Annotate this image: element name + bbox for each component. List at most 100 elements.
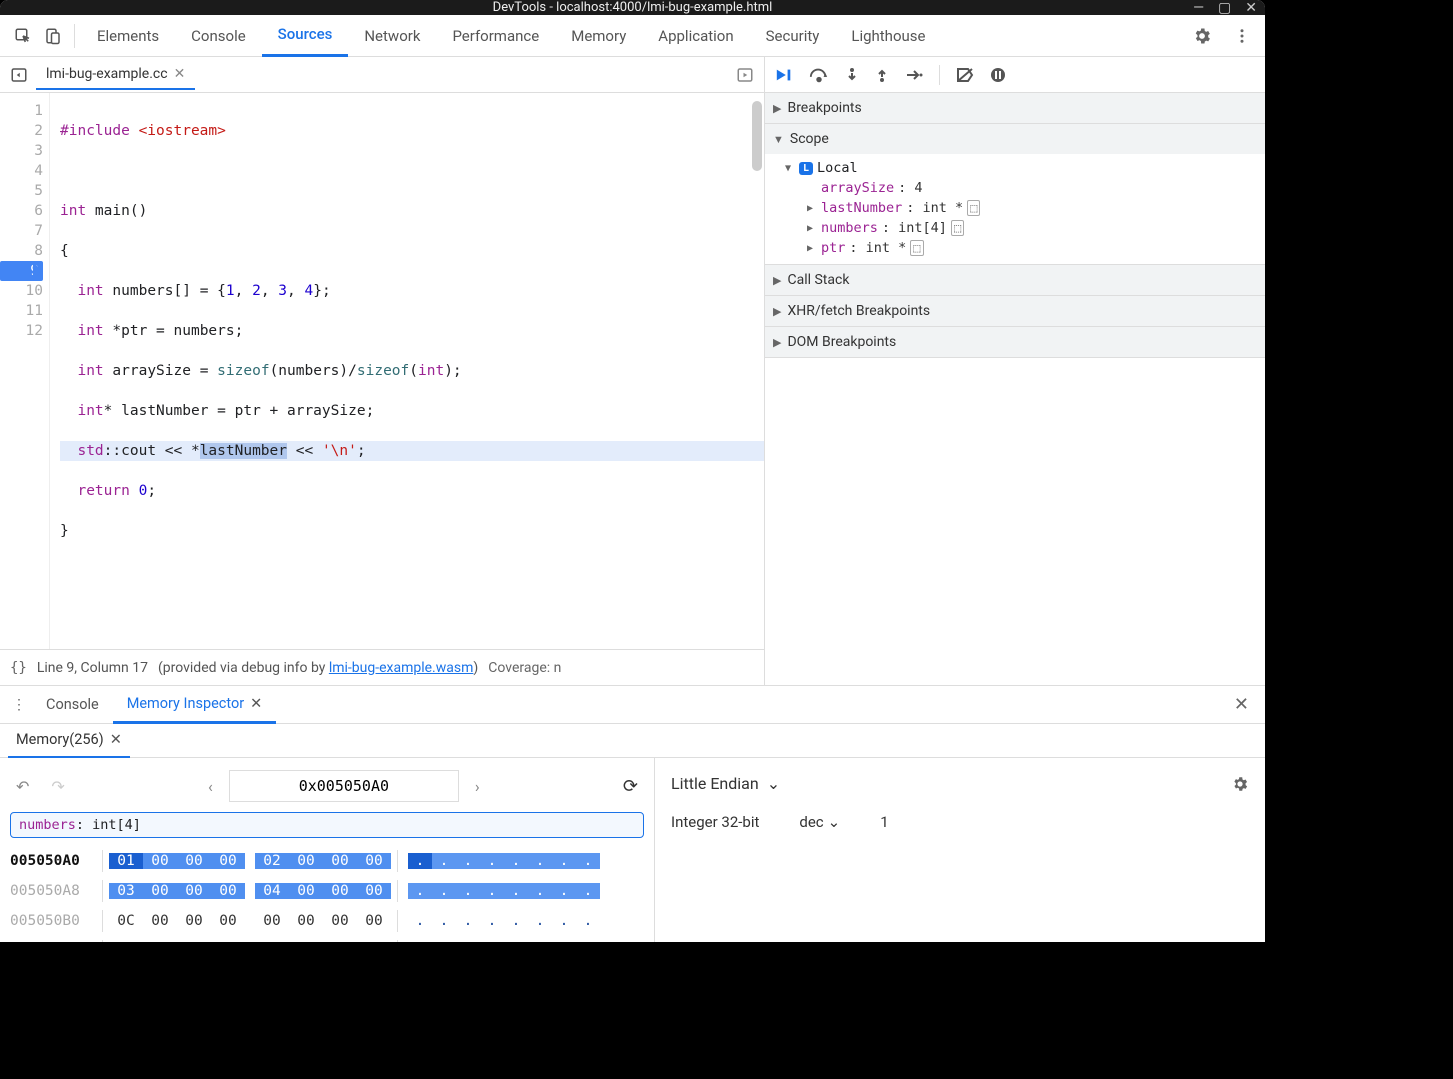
- hex-byte[interactable]: 00: [255, 913, 289, 929]
- endianness-selector[interactable]: Little Endian: [671, 774, 759, 793]
- hex-byte[interactable]: 00: [357, 853, 391, 869]
- ascii-char[interactable]: .: [456, 913, 480, 929]
- ascii-char[interactable]: .: [576, 883, 600, 899]
- ascii-char[interactable]: .: [504, 883, 528, 899]
- hex-byte[interactable]: 00: [289, 913, 323, 929]
- history-back-icon[interactable]: ↶: [10, 775, 35, 798]
- ascii-char[interactable]: .: [480, 883, 504, 899]
- window-maximize-button[interactable]: ▢: [1218, 0, 1231, 16]
- hex-byte[interactable]: 00: [289, 883, 323, 899]
- tab-sources[interactable]: Sources: [262, 15, 349, 57]
- file-tab-active[interactable]: lmi-bug-example.cc ✕: [36, 60, 195, 90]
- ascii-char[interactable]: .: [432, 883, 456, 899]
- format-icon[interactable]: {}: [10, 660, 27, 676]
- hex-viewer[interactable]: 005050A00100000002000000........005050A8…: [10, 846, 644, 942]
- editor-scrollbar[interactable]: [752, 101, 762, 171]
- hex-byte[interactable]: 00: [323, 883, 357, 899]
- memory-address-input[interactable]: [229, 770, 459, 802]
- call-stack-section-header[interactable]: ▶Call Stack: [765, 265, 1265, 295]
- history-forward-icon[interactable]: ↷: [45, 775, 70, 798]
- hex-byte[interactable]: 00: [177, 913, 211, 929]
- hex-byte[interactable]: 00: [357, 913, 391, 929]
- close-file-tab-icon[interactable]: ✕: [174, 66, 186, 82]
- page-forward-icon[interactable]: ›: [469, 775, 486, 798]
- settings-gear-icon[interactable]: [1187, 21, 1217, 51]
- hex-byte[interactable]: 00: [177, 883, 211, 899]
- ascii-char[interactable]: .: [552, 913, 576, 929]
- hex-row[interactable]: 005050A00100000002000000........: [10, 846, 644, 876]
- close-memory-tab-icon[interactable]: ✕: [110, 731, 122, 748]
- ascii-char[interactable]: .: [408, 913, 432, 929]
- tab-lighthouse[interactable]: Lighthouse: [835, 15, 941, 57]
- pause-on-exceptions-button[interactable]: [990, 67, 1006, 83]
- window-close-button[interactable]: ✕: [1245, 0, 1257, 16]
- wasm-source-link[interactable]: lmi-bug-example.wasm: [329, 660, 474, 676]
- line-gutter[interactable]: 1234 5678 9101112: [0, 93, 50, 649]
- hex-byte[interactable]: 01: [109, 853, 143, 869]
- hex-row[interactable]: 005050A80300000004000000........: [10, 876, 644, 906]
- hex-byte[interactable]: 00: [143, 883, 177, 899]
- ascii-char[interactable]: .: [576, 853, 600, 869]
- scope-var-arraySize[interactable]: arraySize: 4: [765, 178, 1265, 198]
- more-menu-icon[interactable]: [1227, 21, 1257, 51]
- memory-reveal-icon[interactable]: ⬚: [910, 240, 923, 256]
- navigator-toggle-icon[interactable]: [6, 62, 32, 88]
- ascii-char[interactable]: .: [432, 853, 456, 869]
- ascii-char[interactable]: .: [408, 853, 432, 869]
- inspect-element-icon[interactable]: [8, 21, 38, 51]
- deactivate-breakpoints-button[interactable]: [956, 67, 974, 83]
- step-into-button[interactable]: [845, 67, 859, 83]
- hex-byte[interactable]: 00: [211, 883, 245, 899]
- hex-byte[interactable]: 00: [177, 853, 211, 869]
- code-editor[interactable]: 1234 5678 9101112 #include <iostream> in…: [0, 93, 764, 649]
- hex-byte[interactable]: 04: [255, 883, 289, 899]
- dom-breakpoints-section-header[interactable]: ▶DOM Breakpoints: [765, 327, 1265, 357]
- hex-byte[interactable]: 00: [211, 913, 245, 929]
- hex-byte[interactable]: 00: [323, 853, 357, 869]
- drawer-close-icon[interactable]: ✕: [1224, 694, 1259, 715]
- xhr-breakpoints-section-header[interactable]: ▶XHR/fetch Breakpoints: [765, 296, 1265, 326]
- tab-security[interactable]: Security: [750, 15, 836, 57]
- hex-byte[interactable]: 02: [255, 853, 289, 869]
- value-base-selector[interactable]: dec⌄: [799, 813, 840, 831]
- window-minimize-button[interactable]: —: [1193, 0, 1204, 16]
- code-content[interactable]: #include <iostream> int main() { int num…: [50, 93, 764, 649]
- scope-var-ptr[interactable]: ▶ ptr: int * ⬚: [765, 238, 1265, 258]
- tab-elements[interactable]: Elements: [81, 15, 175, 57]
- close-drawer-tab-icon[interactable]: ✕: [250, 695, 262, 712]
- refresh-memory-icon[interactable]: ⟳: [617, 774, 644, 799]
- ascii-char[interactable]: .: [480, 913, 504, 929]
- drawer-tab-console[interactable]: Console: [32, 686, 113, 724]
- ascii-char[interactable]: .: [432, 913, 456, 929]
- hex-row[interactable]: 005050B00C00000000000000........: [10, 906, 644, 936]
- hex-byte[interactable]: 00: [289, 853, 323, 869]
- tab-console[interactable]: Console: [175, 15, 262, 57]
- tab-network[interactable]: Network: [348, 15, 436, 57]
- drawer-tab-memory-inspector[interactable]: Memory Inspector ✕: [113, 686, 277, 724]
- highlighted-object-pill[interactable]: numbers: int[4]: [10, 812, 644, 838]
- hex-byte[interactable]: 03: [109, 883, 143, 899]
- ascii-char[interactable]: .: [552, 853, 576, 869]
- page-back-icon[interactable]: ‹: [202, 775, 219, 798]
- hex-byte[interactable]: 00: [357, 883, 391, 899]
- scope-section-header[interactable]: ▼ Scope: [765, 124, 1265, 154]
- chevron-down-icon[interactable]: ⌄: [767, 774, 780, 793]
- hex-byte[interactable]: 00: [143, 913, 177, 929]
- ascii-char[interactable]: .: [504, 913, 528, 929]
- hex-byte[interactable]: 00: [143, 853, 177, 869]
- drawer-more-icon[interactable]: ⋮: [6, 697, 32, 713]
- ascii-char[interactable]: .: [528, 913, 552, 929]
- ascii-char[interactable]: .: [576, 913, 600, 929]
- ascii-char[interactable]: .: [456, 853, 480, 869]
- scope-var-lastNumber[interactable]: ▶ lastNumber: int * ⬚: [765, 198, 1265, 218]
- memory-instance-tab[interactable]: Memory(256) ✕: [8, 724, 130, 758]
- step-out-button[interactable]: [875, 67, 889, 83]
- ascii-char[interactable]: .: [408, 883, 432, 899]
- ascii-char[interactable]: .: [552, 883, 576, 899]
- memory-reveal-icon[interactable]: ⬚: [951, 220, 964, 236]
- hex-byte[interactable]: 00: [211, 853, 245, 869]
- ascii-char[interactable]: .: [480, 853, 504, 869]
- value-settings-gear-icon[interactable]: [1231, 775, 1249, 793]
- hex-byte[interactable]: 00: [323, 913, 357, 929]
- step-button[interactable]: [905, 68, 923, 82]
